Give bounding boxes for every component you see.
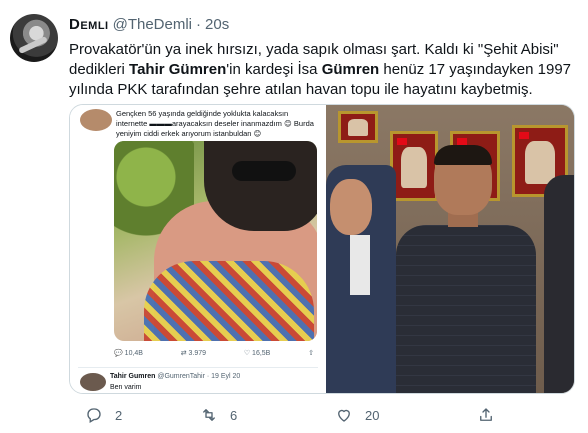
divider bbox=[78, 367, 318, 368]
embedded-photo bbox=[114, 141, 317, 341]
embedded-tweet-text: Gençken 56 yaşında geldiğinde yoklukta k… bbox=[116, 109, 314, 138]
reply-button[interactable]: 2 bbox=[85, 405, 122, 425]
text-bold-name: Tahir Gümren bbox=[129, 61, 227, 78]
reply-icon bbox=[87, 408, 101, 423]
share-button[interactable] bbox=[477, 405, 495, 425]
tweet-actions: 2 6 20 bbox=[85, 405, 505, 425]
tweet-text: Provakatör'ün ya inek hırsızı, yada sapı… bbox=[69, 40, 574, 100]
separator-dot: · bbox=[196, 15, 202, 33]
timestamp[interactable]: 20s bbox=[205, 16, 229, 33]
embedded-actions: 💬 10,4B ⇄ 3.979 ♡ 16,5B ⇧ bbox=[114, 347, 314, 359]
embedded-retweet-stat: ⇄ 3.979 bbox=[180, 350, 207, 357]
embedded-reply-meta: @GumrenTahir · 19 Eyl 20 bbox=[157, 373, 241, 380]
embedded-reply-stat: 💬 10,4B bbox=[114, 350, 143, 357]
user-handle[interactable]: @TheDemli bbox=[113, 16, 192, 33]
embedded-like-stat: ♡ 16,5B bbox=[243, 350, 271, 357]
embedded-share-icon: ⇧ bbox=[308, 350, 314, 357]
tweet-header: Demli @TheDemli · 20s bbox=[69, 14, 229, 34]
embedded-reply-header: Tahir Gumren @GumrenTahir · 19 Eyl 20 bbox=[110, 373, 240, 380]
media-image-screenshot[interactable]: Gençken 56 yaşında geldiğinde yoklukta k… bbox=[70, 105, 324, 393]
media-grid[interactable]: Gençken 56 yaşında geldiğinde yoklukta k… bbox=[69, 104, 575, 394]
embedded-avatar bbox=[80, 109, 112, 131]
like-count: 20 bbox=[365, 407, 380, 423]
like-button[interactable]: 20 bbox=[335, 405, 379, 425]
media-image-photo[interactable] bbox=[326, 105, 574, 393]
reply-count: 2 bbox=[115, 407, 123, 423]
embedded-reply-text: Ben varim bbox=[110, 384, 142, 391]
text-part: 'in kardeşi İsa bbox=[226, 61, 322, 78]
embedded-reply-name: Tahir Gumren bbox=[110, 373, 156, 380]
retweet-icon bbox=[203, 409, 215, 421]
heart-icon bbox=[338, 409, 350, 422]
display-name[interactable]: Demli bbox=[69, 16, 109, 33]
avatar[interactable] bbox=[10, 14, 58, 62]
retweet-button[interactable]: 6 bbox=[200, 405, 237, 425]
retweet-count: 6 bbox=[230, 407, 238, 423]
text-bold-surname: Gümren bbox=[321, 61, 380, 78]
tweet[interactable]: Demli @TheDemli · 20s Provakatör'ün ya i… bbox=[0, 0, 588, 433]
share-icon bbox=[480, 408, 492, 421]
embedded-reply-avatar bbox=[80, 373, 106, 391]
